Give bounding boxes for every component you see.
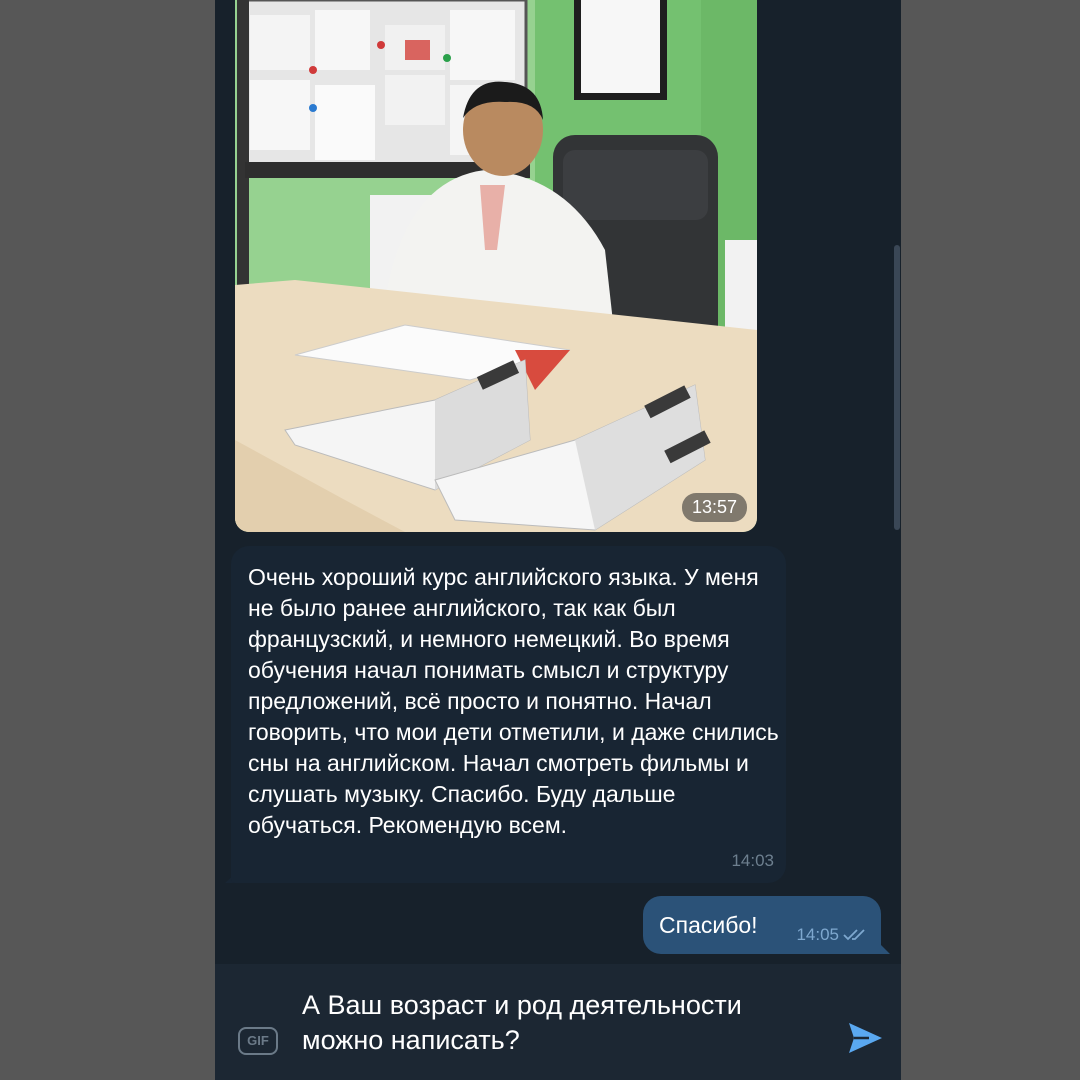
photo-message[interactable]: 13:57	[235, 0, 757, 532]
double-check-icon	[843, 929, 865, 941]
message-composer: GIF А Ваш возраст и род деятельности мож…	[215, 964, 901, 1080]
outgoing-message-meta: 14:05	[796, 925, 869, 945]
incoming-message[interactable]: Очень хороший курс английского языка. У …	[231, 546, 786, 883]
incoming-message-text: Очень хороший курс английского языка. У …	[248, 564, 779, 838]
outgoing-message[interactable]: Спасибо! 14:05	[643, 896, 881, 954]
doctor-at-desk-photo	[235, 0, 757, 532]
photo-time: 13:57	[681, 493, 747, 522]
incoming-message-time: 14:03	[731, 851, 774, 870]
outgoing-message-time: 14:05	[796, 925, 839, 944]
scrollbar-thumb[interactable]	[894, 245, 900, 530]
gif-button[interactable]: GIF	[238, 1027, 278, 1055]
chat-screen: 13:57 Очень хороший курс английского язы…	[215, 0, 901, 1080]
send-icon[interactable]	[845, 1020, 885, 1056]
message-input[interactable]: А Ваш возраст и род деятельности можно н…	[302, 988, 822, 1058]
outgoing-message-text: Спасибо!	[659, 912, 758, 938]
